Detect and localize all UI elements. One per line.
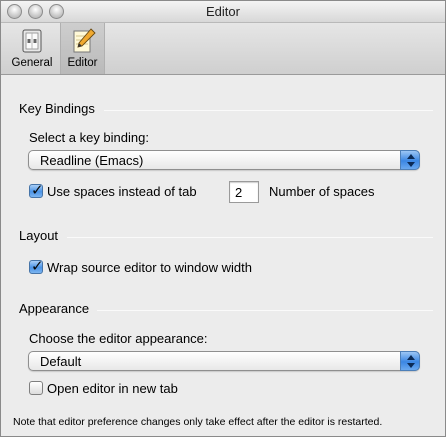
- checkmark-icon: ✓: [31, 258, 44, 275]
- appearance-heading: Appearance: [19, 301, 90, 316]
- wrap-editor-checkbox[interactable]: ✓: [29, 258, 44, 275]
- preferences-toolbar: General Editor: [1, 23, 445, 75]
- key-binding-value: Readline (Emacs): [40, 153, 144, 168]
- open-new-tab-checkbox[interactable]: [29, 381, 43, 395]
- choose-appearance-label: Choose the editor appearance:: [29, 331, 208, 346]
- wrap-editor-label[interactable]: Wrap source editor to window width: [47, 260, 252, 275]
- open-new-tab-label[interactable]: Open editor in new tab: [47, 381, 178, 396]
- pencil-notepad-icon: [73, 28, 96, 53]
- popup-arrows-icon: [400, 351, 420, 371]
- window-title: Editor: [206, 4, 240, 19]
- use-spaces-checkbox[interactable]: ✓: [29, 182, 44, 199]
- restart-note: Note that editor preference changes only…: [13, 416, 383, 428]
- number-of-spaces-label: Number of spaces: [269, 184, 375, 199]
- tab-editor-label: Editor: [67, 57, 98, 69]
- tab-editor[interactable]: Editor: [60, 23, 105, 74]
- key-binding-popup[interactable]: Readline (Emacs): [28, 150, 420, 170]
- select-key-binding-label: Select a key binding:: [29, 130, 149, 145]
- tab-general-label: General: [11, 57, 53, 69]
- title-bar[interactable]: Editor: [1, 1, 445, 23]
- popup-arrows-icon: [400, 150, 420, 170]
- preferences-window: Editor General Editor Key Bindings Selec…: [0, 0, 446, 437]
- appearance-popup[interactable]: Default: [28, 351, 420, 371]
- tab-general[interactable]: General: [7, 23, 57, 74]
- appearance-separator: [97, 310, 433, 311]
- phone-switch-icon: [22, 29, 42, 53]
- layout-separator: [67, 237, 433, 238]
- appearance-value: Default: [40, 354, 82, 369]
- number-of-spaces-field[interactable]: 2: [229, 181, 259, 203]
- number-of-spaces-value: 2: [235, 185, 243, 200]
- use-spaces-label[interactable]: Use spaces instead of tab: [47, 184, 197, 199]
- key-bindings-separator: [104, 110, 433, 111]
- checkmark-icon: ✓: [31, 182, 44, 199]
- key-bindings-heading: Key Bindings: [19, 101, 95, 116]
- layout-heading: Layout: [19, 228, 59, 243]
